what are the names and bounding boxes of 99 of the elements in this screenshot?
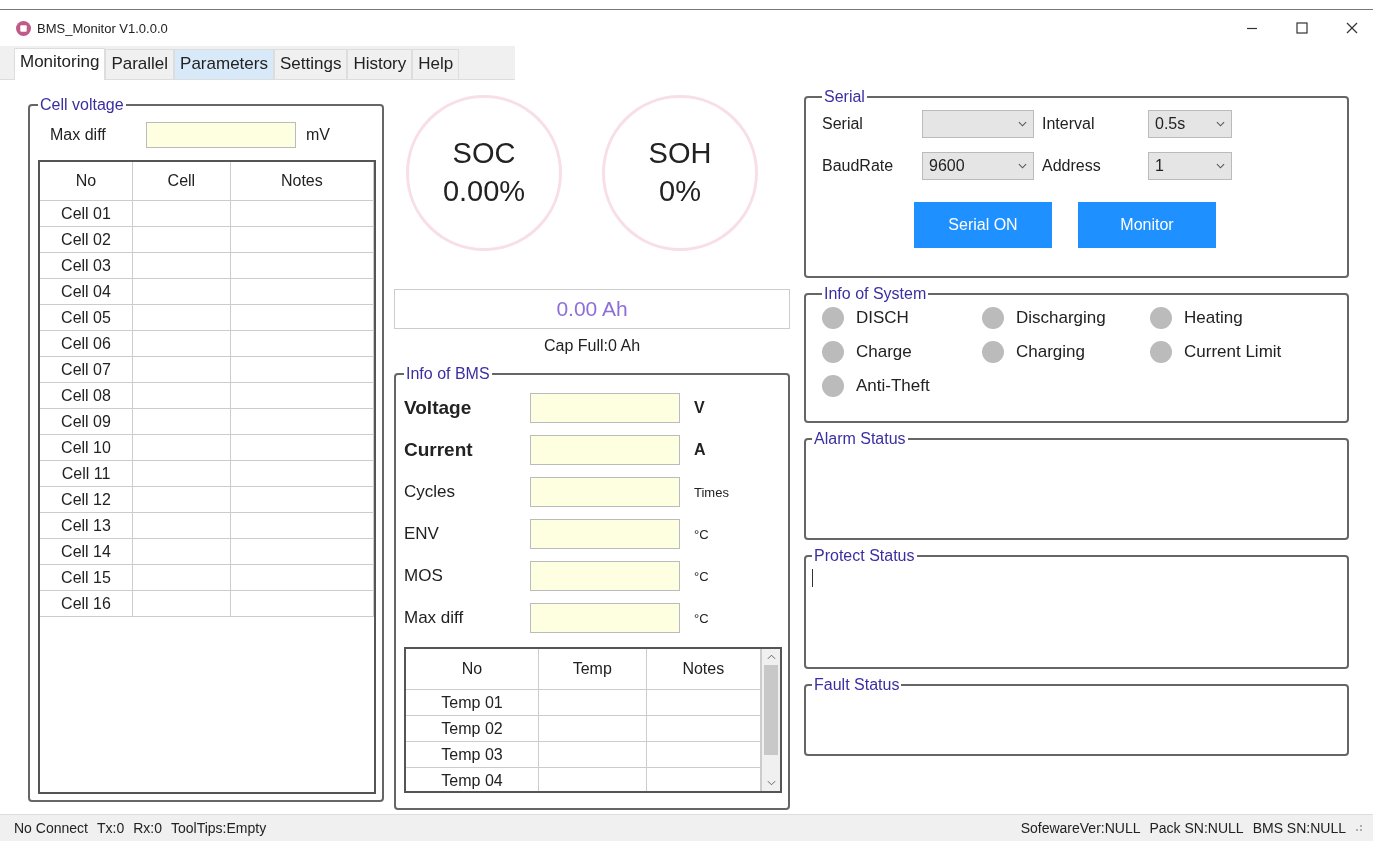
dropdown[interactable]: 9600 (922, 152, 1034, 180)
table-cell: Temp 03 (406, 741, 539, 768)
gauge-label: SOH (648, 136, 712, 172)
status-text: Pack SN:NULL (1149, 820, 1244, 836)
table-cell: Cell 01 (40, 200, 133, 227)
table-cell: Temp 01 (406, 689, 539, 716)
status-text: No Connect (14, 820, 88, 836)
group-title: Alarm Status (813, 430, 907, 448)
status-label: Discharging (1016, 308, 1106, 328)
tab[interactable]: Help (412, 49, 460, 79)
gauge-label: SOC (452, 136, 516, 172)
dropdown[interactable]: 0.5s (1148, 110, 1232, 138)
input-field[interactable] (530, 561, 680, 591)
field-label: Interval (1042, 115, 1096, 133)
table-cell: Cell 09 (40, 408, 133, 435)
group-title: Serial (823, 88, 866, 106)
tab[interactable]: Monitoring (14, 48, 106, 80)
input-field[interactable] (146, 122, 296, 148)
status-label: Charging (1016, 342, 1085, 362)
scroll-up-icon[interactable] (766, 654, 776, 660)
group-title: Fault Status (813, 676, 901, 694)
capacity-display: 0.00 Ah (394, 289, 790, 329)
table-cell: Cell 08 (40, 382, 133, 409)
input-field[interactable] (530, 603, 680, 633)
table-cell: Cell 04 (40, 278, 133, 305)
column-header: Notes (230, 162, 374, 201)
unit-label: °C (694, 526, 709, 542)
table-cell: Cell 02 (40, 226, 133, 253)
chevron-down-icon (1216, 163, 1225, 169)
window-title: BMS_Monitor V1.0.0.0 (37, 20, 168, 36)
status-text: Tx:0 (96, 820, 125, 836)
status-text: ToolTips:Empty (170, 820, 267, 836)
app-icon (16, 20, 31, 36)
table-cell: Cell 06 (40, 330, 133, 357)
resize-grip-icon[interactable] (1355, 824, 1363, 832)
column-header: No (406, 649, 539, 690)
dropdown[interactable]: 1 (1148, 152, 1232, 180)
scrollbar[interactable] (761, 649, 780, 791)
tab[interactable]: Parameters (174, 49, 274, 79)
tab[interactable]: Parallel (105, 49, 175, 79)
group-title: Info of System (823, 285, 928, 303)
status-label: DISCH (856, 308, 909, 328)
table-cell: Cell 10 (40, 434, 133, 461)
tab[interactable]: Settings (273, 49, 348, 79)
table-cell: Cell 13 (40, 512, 133, 539)
unit-label: °C (694, 610, 709, 626)
column-header: Notes (646, 649, 761, 690)
input-field[interactable] (530, 477, 680, 507)
unit-label: A (694, 441, 706, 459)
input-field[interactable] (530, 519, 680, 549)
unit-label: °C (694, 568, 709, 584)
table-cell: Cell 07 (40, 356, 133, 383)
table-cell: Cell 03 (40, 252, 133, 279)
capacity-full-label: Cap Full:0 Ah (543, 337, 641, 354)
tab[interactable]: History (347, 49, 413, 79)
group-title: Cell voltage (39, 96, 125, 114)
field-label: Max diff (404, 608, 465, 628)
status-text: BMS SN:NULL (1252, 820, 1346, 836)
field-label: Voltage (404, 397, 473, 419)
status-label: Heating (1184, 308, 1243, 328)
gauge-value: 0% (659, 174, 701, 209)
input-field[interactable] (530, 393, 680, 423)
close-icon[interactable] (1345, 21, 1359, 35)
table-cell: Cell 12 (40, 486, 133, 513)
table-cell: Cell 14 (40, 538, 133, 565)
field-label: Current (404, 439, 474, 461)
table-cell: Cell 05 (40, 304, 133, 331)
field-label: ENV (404, 524, 440, 544)
field-label: Max diff (50, 126, 107, 144)
status-label: Anti-Theft (856, 376, 930, 396)
field-label: Serial (822, 115, 864, 133)
field-label: Address (1042, 157, 1102, 175)
chevron-down-icon (1216, 121, 1225, 127)
field-label: Cycles (404, 482, 456, 502)
gauge-value: 0.00% (442, 174, 526, 209)
status-text: Rx:0 (133, 820, 162, 836)
column-header: No (40, 162, 133, 201)
dropdown[interactable] (922, 110, 1034, 138)
group-title: Protect Status (813, 547, 916, 565)
chevron-down-icon (1018, 121, 1027, 127)
table-cell: Temp 02 (406, 715, 539, 742)
maximize-icon[interactable] (1295, 21, 1309, 35)
status-text: SofewareVer:NULL (1020, 820, 1141, 836)
table-cell: Cell 16 (40, 590, 133, 617)
unit-label: Times (694, 484, 729, 500)
group-title: Info of BMS (405, 365, 491, 383)
unit-label: mV (306, 126, 330, 144)
unit-label: V (694, 399, 705, 417)
table-cell: Cell 11 (40, 460, 133, 487)
column-header: Temp (538, 649, 647, 690)
field-label: MOS (404, 566, 444, 586)
status-label: Current Limit (1184, 342, 1282, 362)
field-label: BaudRate (822, 157, 895, 175)
column-header: Cell (132, 162, 231, 201)
input-field[interactable] (530, 435, 680, 465)
scroll-down-icon[interactable] (766, 780, 776, 786)
table-cell: Cell 15 (40, 564, 133, 591)
status-label: Charge (856, 342, 912, 362)
chevron-down-icon (1018, 163, 1027, 169)
